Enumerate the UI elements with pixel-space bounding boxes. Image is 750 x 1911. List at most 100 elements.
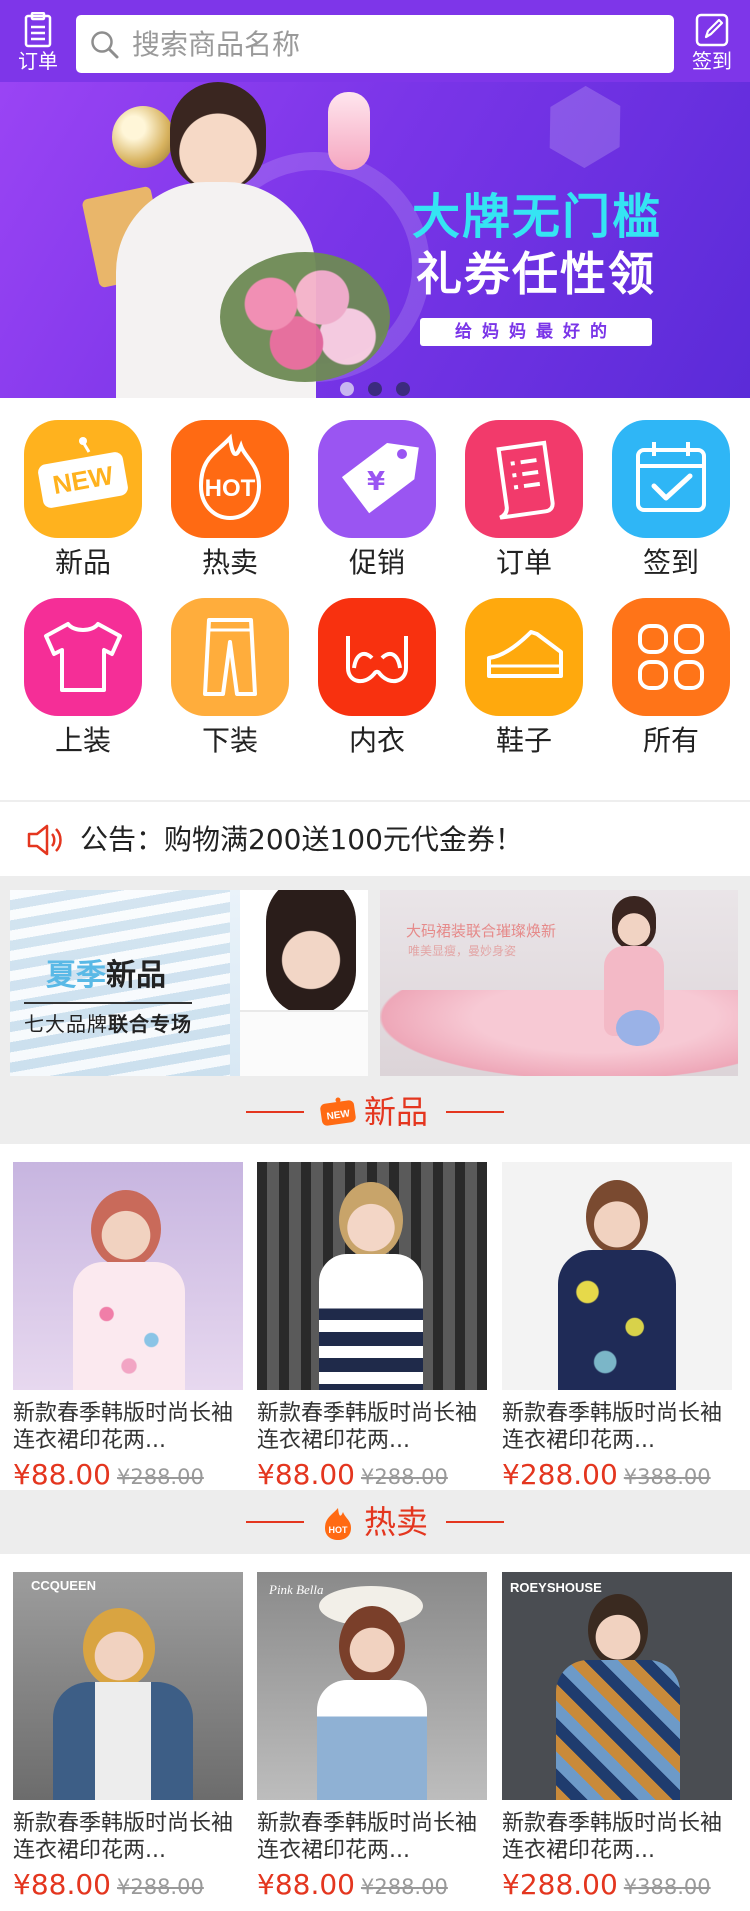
search-box[interactable] (76, 15, 674, 73)
category-hot[interactable]: HOT 热卖 (160, 420, 300, 580)
orders-label: 订单 (18, 49, 58, 73)
category-label: 热卖 (201, 546, 258, 579)
product-card[interactable]: ROEYSHOUSE 新款春季韩版时尚长袖连衣裙印花两... ¥288.00 ¥3… (502, 1572, 732, 1902)
hot-flame-icon: HOT (171, 420, 289, 538)
category-tops[interactable]: 上装 (13, 598, 153, 758)
brand-logo: ROEYSHOUSE (510, 1580, 602, 1595)
brand-logo: Pink Bella (269, 1582, 324, 1597)
svg-text:HOT: HOT (205, 475, 256, 502)
promo-card-plus-size[interactable]: 大码裙装联合璀璨焕新 唯美显瘦，曼妙身姿 (380, 890, 738, 1076)
product-card[interactable]: Pink Bella 新款春季韩版时尚长袖连衣裙印花两... ¥88.00 ¥28… (257, 1572, 487, 1902)
order-list-icon (465, 420, 583, 538)
pants-icon (171, 598, 289, 716)
section-header-hot: HOT 热卖 (0, 1490, 750, 1554)
pagination-dot[interactable] (396, 382, 410, 396)
section-line (246, 1111, 304, 1113)
banner-hexagon-decoration (530, 82, 639, 182)
category-new[interactable]: NEW 新品 (13, 420, 153, 580)
section-line (446, 1111, 504, 1113)
divider (0, 800, 750, 802)
product-price: ¥288.00 ¥388.00 (502, 1868, 711, 1901)
product-title: 新款春季韩版时尚长袖连衣裙印花两... (13, 1401, 234, 1453)
edit-note-icon (695, 13, 729, 47)
product-title: 新款春季韩版时尚长袖连衣裙印花两... (13, 1811, 234, 1863)
model-floral-dress (73, 1262, 185, 1390)
product-image: CCQUEEN (13, 1572, 243, 1800)
section-line (246, 1521, 304, 1523)
product-image: ROEYSHOUSE (502, 1572, 732, 1800)
category-label: 鞋子 (495, 724, 552, 757)
orders-button[interactable]: 订单 (8, 12, 68, 76)
banner-tagline: 给妈妈最好的 (420, 318, 652, 346)
model-head (339, 1606, 405, 1686)
bra-icon (318, 598, 436, 716)
all-grid-icon (612, 598, 730, 716)
price-tag-icon: ¥ (318, 420, 436, 538)
section-title: 新品 (364, 1093, 429, 1131)
checkin-button[interactable]: 签到 (682, 12, 742, 76)
svg-text:¥: ¥ (367, 467, 385, 497)
category-label: 下装 (201, 724, 258, 757)
product-card[interactable]: 新款春季韩版时尚长袖连衣裙印花两... ¥88.00 ¥288.00 (13, 1162, 243, 1492)
category-label: 内衣 (348, 724, 405, 757)
section-header-new: NEW 新品 (0, 1080, 750, 1144)
announcement-bar[interactable]: 公告：购物满200送100元代金券！ (0, 804, 750, 876)
search-input[interactable] (132, 23, 652, 65)
pagination-dot[interactable] (368, 382, 382, 396)
pagination-dot[interactable] (340, 382, 354, 396)
product-price: ¥88.00 ¥288.00 (13, 1868, 204, 1901)
product-price: ¥288.00 ¥388.00 (502, 1458, 711, 1491)
promo-summer-subtitle: 七大品牌联合专场 (24, 1002, 192, 1037)
model-head (91, 1190, 161, 1268)
product-price: ¥88.00 ¥288.00 (13, 1458, 204, 1491)
product-card[interactable]: CCQUEEN 新款春季韩版时尚长袖连衣裙印花两... ¥88.00 ¥288.0… (13, 1572, 243, 1902)
promo-banner[interactable]: 大牌无门槛 礼券任性领 给妈妈最好的 (0, 82, 750, 398)
hot-product-row: CCQUEEN 新款春季韩版时尚长袖连衣裙印花两... ¥88.00 ¥288.0… (0, 1554, 750, 1901)
category-label: 上装 (54, 724, 111, 757)
product-title: 新款春季韩版时尚长袖连衣裙印花两... (257, 1811, 478, 1863)
checkin-label: 签到 (692, 49, 732, 73)
promo-silk-decoration (380, 990, 738, 1076)
announcement-text: 公告：购物满200送100元代金券！ (80, 823, 523, 856)
category-grid: NEW 新品 HOT 热卖 ¥ 促销 订单 签到 上装 下装 内衣 鞋子 所有 (0, 398, 750, 800)
promo-model-head (612, 896, 656, 950)
product-image (502, 1162, 732, 1390)
category-label: 所有 (642, 724, 699, 757)
calendar-check-icon (612, 420, 730, 538)
product-title: 新款春季韩版时尚长袖连衣裙印花两... (257, 1401, 478, 1453)
model-denim-jacket (53, 1682, 193, 1800)
product-image: Pink Bella (257, 1572, 487, 1800)
banner-headline-2: 礼券任性领 (416, 247, 656, 301)
category-shoes[interactable]: 鞋子 (454, 598, 594, 758)
promo-model-top (240, 1010, 368, 1076)
category-label: 订单 (495, 546, 552, 579)
banner-headline-1: 大牌无门槛 (412, 189, 663, 245)
banner-flower-bouquet (220, 252, 390, 382)
category-promotion[interactable]: ¥ 促销 (307, 420, 447, 580)
svg-text:HOT: HOT (329, 1525, 349, 1535)
new-badge-icon: NEW (320, 1097, 356, 1126)
category-orders[interactable]: 订单 (454, 420, 594, 580)
section-line (446, 1521, 504, 1523)
product-card[interactable]: 新款春季韩版时尚长袖连衣裙印花两... ¥288.00 ¥388.00 (502, 1162, 732, 1492)
hot-flame-icon: HOT (325, 1508, 351, 1540)
promo-model-image (240, 890, 368, 1076)
promo-card-summer[interactable]: 夏季新品 七大品牌联合专场 (10, 890, 368, 1076)
promo-summer-title: 夏季新品 (46, 958, 166, 993)
search-icon (91, 31, 119, 59)
category-bottoms[interactable]: 下装 (160, 598, 300, 758)
banner-product-bottle (328, 92, 370, 170)
product-card[interactable]: 新款春季韩版时尚长袖连衣裙印花两... ¥88.00 ¥288.00 (257, 1162, 487, 1492)
model-head (339, 1182, 403, 1258)
category-all[interactable]: 所有 (601, 598, 741, 758)
category-checkin[interactable]: 签到 (601, 420, 741, 580)
model-head (586, 1180, 648, 1254)
promo-model-head (266, 890, 356, 1016)
tshirt-icon (24, 598, 142, 716)
brand-logo: CCQUEEN (31, 1578, 97, 1593)
category-underwear[interactable]: 内衣 (307, 598, 447, 758)
new-product-row: 新款春季韩版时尚长袖连衣裙印花两... ¥88.00 ¥288.00 新款春季韩版… (0, 1144, 750, 1491)
product-title: 新款春季韩版时尚长袖连衣裙印花两... (502, 1811, 723, 1863)
top-bar: 订单 签到 (0, 0, 750, 82)
product-image (257, 1162, 487, 1390)
